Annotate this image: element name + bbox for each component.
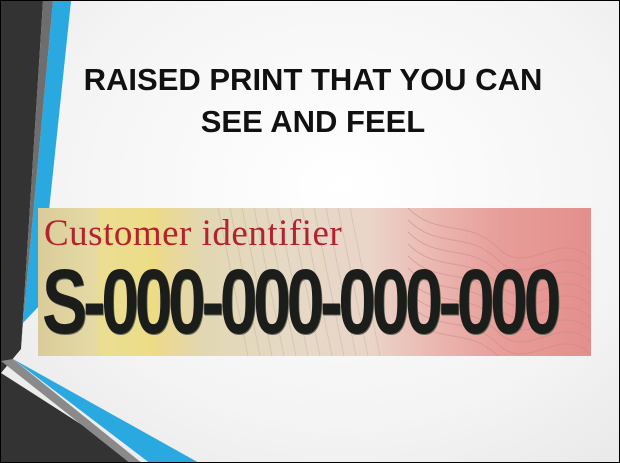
id-card-image: Customer identifier S-000-000-000-000 — [38, 208, 591, 356]
slide-title: RAISED PRINT THAT YOU CAN SEE AND FEEL — [23, 59, 603, 143]
customer-identifier-number: S-000-000-000-000 — [42, 251, 561, 353]
slide-title-line-1: RAISED PRINT THAT YOU CAN — [83, 62, 543, 97]
slide: RAISED PRINT THAT YOU CAN SEE AND FEEL C… — [0, 0, 620, 463]
customer-identifier-label: Customer identifier — [44, 213, 343, 254]
slide-title-line-2: SEE AND FEEL — [200, 104, 426, 139]
